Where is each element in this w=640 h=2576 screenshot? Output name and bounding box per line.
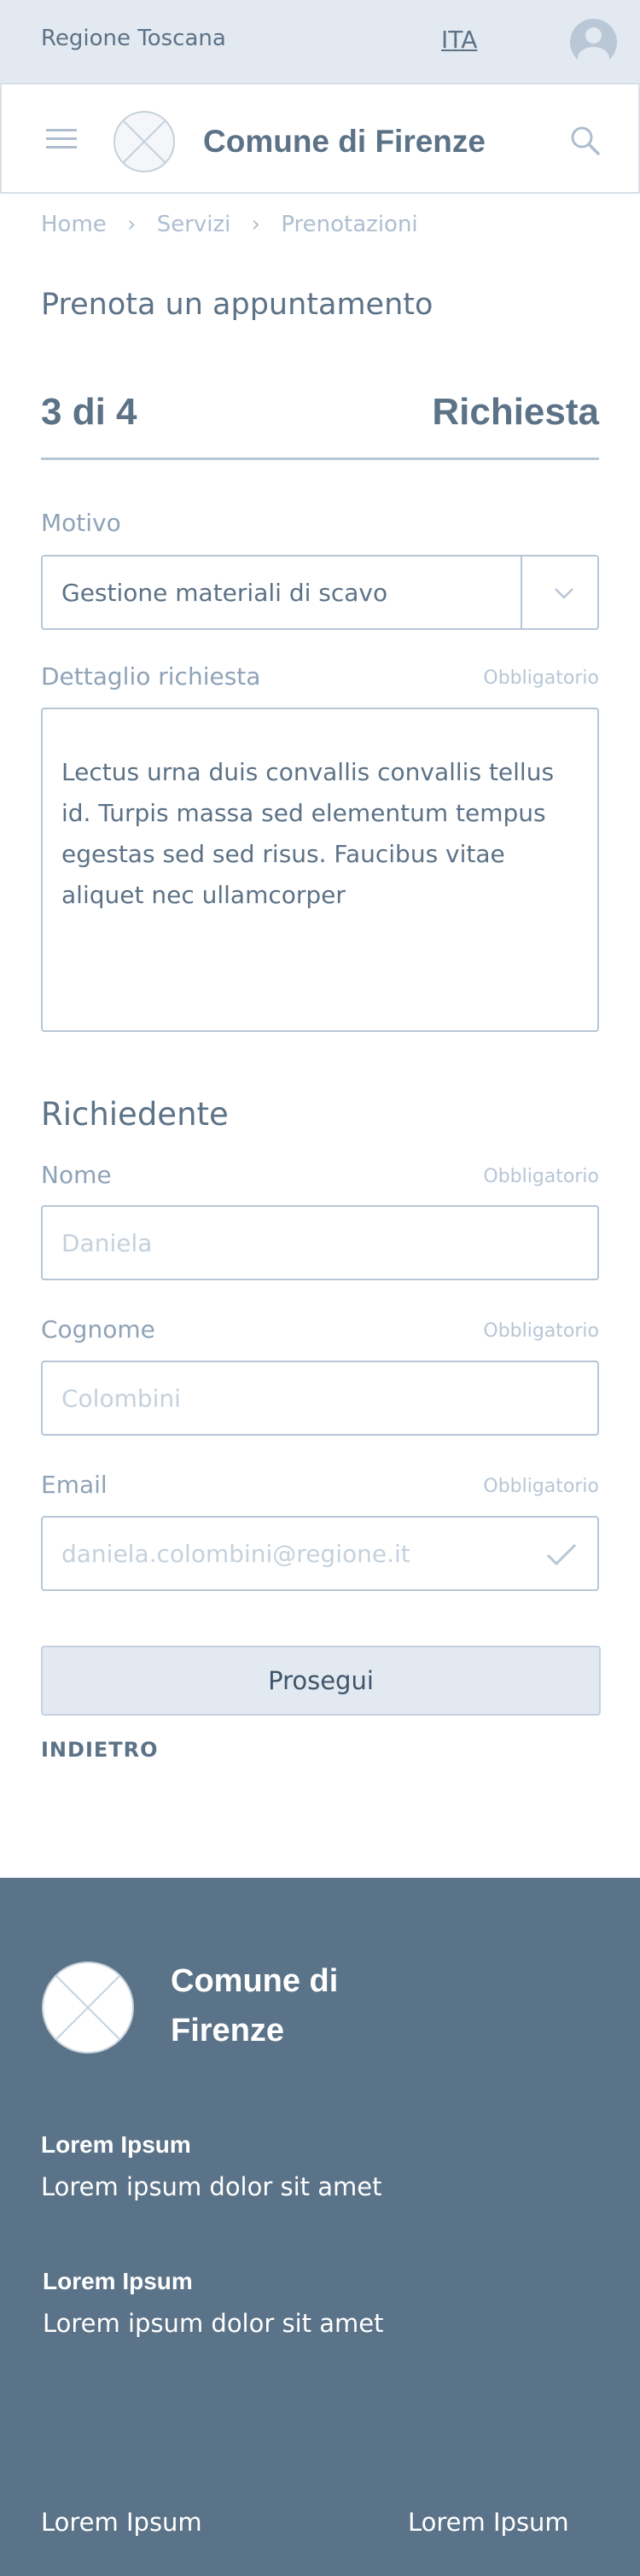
region-link[interactable]: Regione Toscana: [41, 26, 226, 51]
dettaglio-label: Dettaglio richiesta: [41, 662, 261, 691]
page-title: Prenota un appuntamento: [41, 288, 433, 322]
chevron-right-icon: ›: [251, 212, 261, 237]
prosegui-button[interactable]: Prosegui: [41, 1646, 601, 1716]
logo-placeholder-icon[interactable]: [113, 110, 176, 173]
email-field[interactable]: daniela.colombini@regione.it: [41, 1516, 599, 1591]
footer-brand[interactable]: Comune di Firenze: [171, 1956, 427, 2055]
hamburger-menu-icon[interactable]: [46, 129, 77, 149]
cognome-placeholder: Colombini: [61, 1384, 181, 1413]
chevron-down-icon[interactable]: [550, 579, 579, 608]
motivo-select[interactable]: Gestione materiali di scavo: [41, 555, 599, 630]
cognome-field[interactable]: Colombini: [41, 1361, 599, 1436]
dettaglio-required-hint: Obbligatorio: [483, 667, 599, 689]
breadcrumb: Home › Servizi › Prenotazioni: [41, 212, 418, 237]
indietro-button[interactable]: INDIETRO: [41, 1738, 159, 1762]
language-switch[interactable]: ITA: [441, 26, 477, 54]
chevron-right-icon: ›: [127, 212, 137, 237]
email-label: Email: [41, 1471, 108, 1499]
site-brand-title[interactable]: Comune di Firenze: [203, 124, 486, 160]
nome-required-hint: Obbligatorio: [483, 1166, 599, 1187]
step-name: Richiesta: [432, 391, 599, 433]
breadcrumb-servizi[interactable]: Servizi: [157, 212, 231, 237]
breadcrumb-home[interactable]: Home: [41, 212, 107, 237]
motivo-label: Motivo: [41, 509, 121, 537]
footer-block-heading: Lorem Ipsum: [41, 2131, 191, 2158]
nome-field[interactable]: Daniela: [41, 1205, 599, 1280]
footer-link[interactable]: Lorem Ipsum: [408, 2508, 569, 2537]
cognome-required-hint: Obbligatorio: [483, 1320, 599, 1342]
cognome-label: Cognome: [41, 1315, 155, 1343]
top-bar: Regione Toscana ITA: [0, 0, 640, 83]
footer-block-text: Lorem ipsum dolor sit amet: [41, 2172, 382, 2201]
footer-link[interactable]: Lorem Ipsum: [41, 2508, 202, 2537]
site-footer: Comune di Firenze Lorem Ipsum Lorem ipsu…: [0, 1878, 640, 2576]
nome-placeholder: Daniela: [61, 1229, 153, 1257]
motivo-select-value: Gestione materiali di scavo: [61, 579, 388, 607]
email-required-hint: Obbligatorio: [483, 1476, 599, 1497]
footer-block-heading: Lorem Ipsum: [43, 2268, 193, 2294]
breadcrumb-prenotazioni[interactable]: Prenotazioni: [281, 212, 417, 237]
nome-label: Nome: [41, 1161, 112, 1189]
logo-placeholder-icon[interactable]: [41, 1961, 135, 2054]
footer-block-text: Lorem ipsum dolor sit amet: [43, 2309, 384, 2338]
checkmark-icon: [546, 1543, 577, 1566]
dettaglio-textarea[interactable]: Lectus urna duis convallis convallis tel…: [41, 708, 599, 1032]
site-header: Comune di Firenze: [0, 83, 640, 194]
email-placeholder: daniela.colombini@regione.it: [61, 1540, 410, 1568]
search-icon[interactable]: [568, 124, 602, 158]
step-counter: 3 di 4: [41, 391, 137, 433]
user-avatar-icon[interactable]: [570, 19, 617, 66]
richiedente-title: Richiedente: [41, 1096, 229, 1133]
step-divider: [41, 458, 599, 460]
